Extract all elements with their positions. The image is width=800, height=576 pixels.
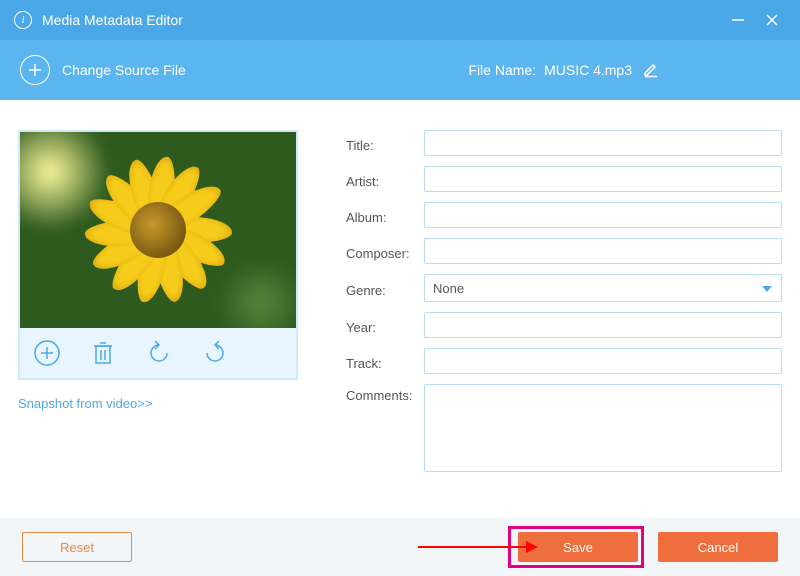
filename-section: File Name: MUSIC 4.mp3 xyxy=(468,60,660,81)
filename-label: File Name: xyxy=(468,62,536,78)
artist-label: Artist: xyxy=(346,170,424,189)
close-button[interactable] xyxy=(758,6,786,34)
info-icon: i xyxy=(14,11,32,29)
composer-label: Composer: xyxy=(346,242,424,261)
minimize-button[interactable] xyxy=(724,6,752,34)
album-label: Album: xyxy=(346,206,424,225)
album-art-frame xyxy=(18,130,298,380)
left-panel: Snapshot from video>> xyxy=(18,130,298,518)
add-art-button[interactable] xyxy=(32,338,62,368)
reset-button[interactable]: Reset xyxy=(22,532,132,562)
title-bar: i Media Metadata Editor xyxy=(0,0,800,40)
year-label: Year: xyxy=(346,316,424,335)
album-art[interactable] xyxy=(20,132,296,328)
title-label: Title: xyxy=(346,134,424,153)
art-toolbar xyxy=(20,328,296,378)
rotate-left-button[interactable] xyxy=(144,338,174,368)
title-input[interactable] xyxy=(424,130,782,156)
change-source-button[interactable]: Change Source File xyxy=(20,55,186,85)
snapshot-link[interactable]: Snapshot from video>> xyxy=(18,396,298,411)
artist-input[interactable] xyxy=(424,166,782,192)
album-input[interactable] xyxy=(424,202,782,228)
comments-label: Comments: xyxy=(346,384,424,403)
change-source-label: Change Source File xyxy=(62,62,186,78)
filename-value: MUSIC 4.mp3 xyxy=(544,62,632,78)
chevron-down-icon xyxy=(761,281,773,296)
track-input[interactable] xyxy=(424,348,782,374)
track-label: Track: xyxy=(346,352,424,371)
toolbar: Change Source File File Name: MUSIC 4.mp… xyxy=(0,40,800,100)
year-input[interactable] xyxy=(424,312,782,338)
genre-label: Genre: xyxy=(346,279,424,298)
composer-input[interactable] xyxy=(424,238,782,264)
content: Snapshot from video>> Title: Artist: Alb… xyxy=(0,100,800,518)
form-panel: Title: Artist: Album: Composer: Genre: N… xyxy=(298,130,782,518)
plus-icon xyxy=(20,55,50,85)
cancel-button[interactable]: Cancel xyxy=(658,532,778,562)
window-title: Media Metadata Editor xyxy=(42,12,183,28)
footer: Reset Save Cancel xyxy=(0,518,800,576)
edit-filename-button[interactable] xyxy=(642,60,660,81)
genre-selected-value: None xyxy=(433,281,464,296)
save-button[interactable]: Save xyxy=(518,532,638,562)
delete-art-button[interactable] xyxy=(88,338,118,368)
rotate-right-button[interactable] xyxy=(200,338,230,368)
comments-input[interactable] xyxy=(424,384,782,472)
genre-select[interactable]: None xyxy=(424,274,782,302)
